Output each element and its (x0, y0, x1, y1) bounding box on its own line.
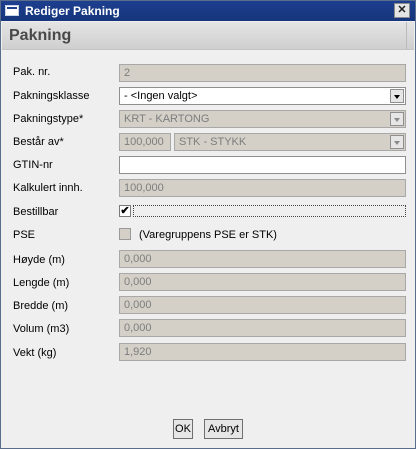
gtin-label: GTIN-nr (13, 159, 53, 171)
pakningstype-value: KRT - KARTONG (124, 113, 210, 125)
header-divider (406, 22, 414, 50)
lengde-label: Lengde (m) (13, 277, 70, 289)
bestillbar-checkbox[interactable]: ✔ (119, 205, 131, 217)
bestar-av-unit-select: STK - STYKK (174, 133, 406, 151)
kalkulert-label: Kalkulert innh. (13, 182, 83, 194)
hoyde-label: Høyde (m) (13, 254, 65, 266)
kalkulert-field: 100,000 (119, 179, 406, 197)
bredde-label: Bredde (m) (13, 300, 69, 312)
pak-nr-field: 2 (119, 64, 406, 82)
window-title: Rediger Pakning (25, 4, 120, 18)
pakningstype-label: Pakningstype* (13, 113, 84, 125)
lengde-field: 0,000 (119, 273, 406, 291)
ok-button[interactable]: OK (173, 419, 193, 439)
close-button[interactable]: ✕ (394, 3, 410, 18)
pse-label: PSE (13, 229, 36, 241)
bestillbar-label: Bestillbar (13, 206, 59, 218)
bestillbar-focus-outline (133, 205, 406, 217)
bredde-field: 0,000 (119, 296, 406, 314)
dialog-window: Rediger Pakning ✕ Pakning Pak. nr. 2 Pak… (0, 0, 416, 449)
pse-checkbox (119, 228, 131, 240)
bestar-av-quantity: 100,000 (119, 133, 171, 151)
bestar-av-label: Består av* (13, 136, 64, 148)
pse-note: (Varegruppens PSE er STK) (139, 229, 277, 241)
vekt-field: 1,920 (119, 343, 406, 361)
pakningsklasse-value: - <Ingen valgt> (124, 90, 198, 102)
gtin-input[interactable] (119, 156, 406, 174)
vekt-label: Vekt (kg) (13, 347, 57, 359)
pakningsklasse-select[interactable]: - <Ingen valgt> (119, 87, 406, 105)
section-header: Pakning (2, 22, 414, 50)
volum-field: 0,000 (119, 319, 406, 337)
bestar-av-unit-value: STK - STYKK (179, 136, 247, 148)
window-icon (5, 5, 19, 16)
cancel-button[interactable]: Avbryt (204, 419, 243, 439)
chevron-down-icon[interactable] (390, 89, 404, 103)
section-title: Pakning (9, 27, 72, 44)
pakningstype-select: KRT - KARTONG (119, 110, 406, 128)
hoyde-field: 0,000 (119, 250, 406, 268)
title-bar[interactable]: Rediger Pakning ✕ (1, 1, 415, 21)
chevron-down-icon (390, 112, 404, 126)
chevron-down-icon (390, 135, 404, 149)
pak-nr-label: Pak. nr. (13, 66, 51, 78)
pakningsklasse-label: Pakningsklasse (13, 90, 90, 102)
volum-label: Volum (m3) (13, 323, 70, 335)
